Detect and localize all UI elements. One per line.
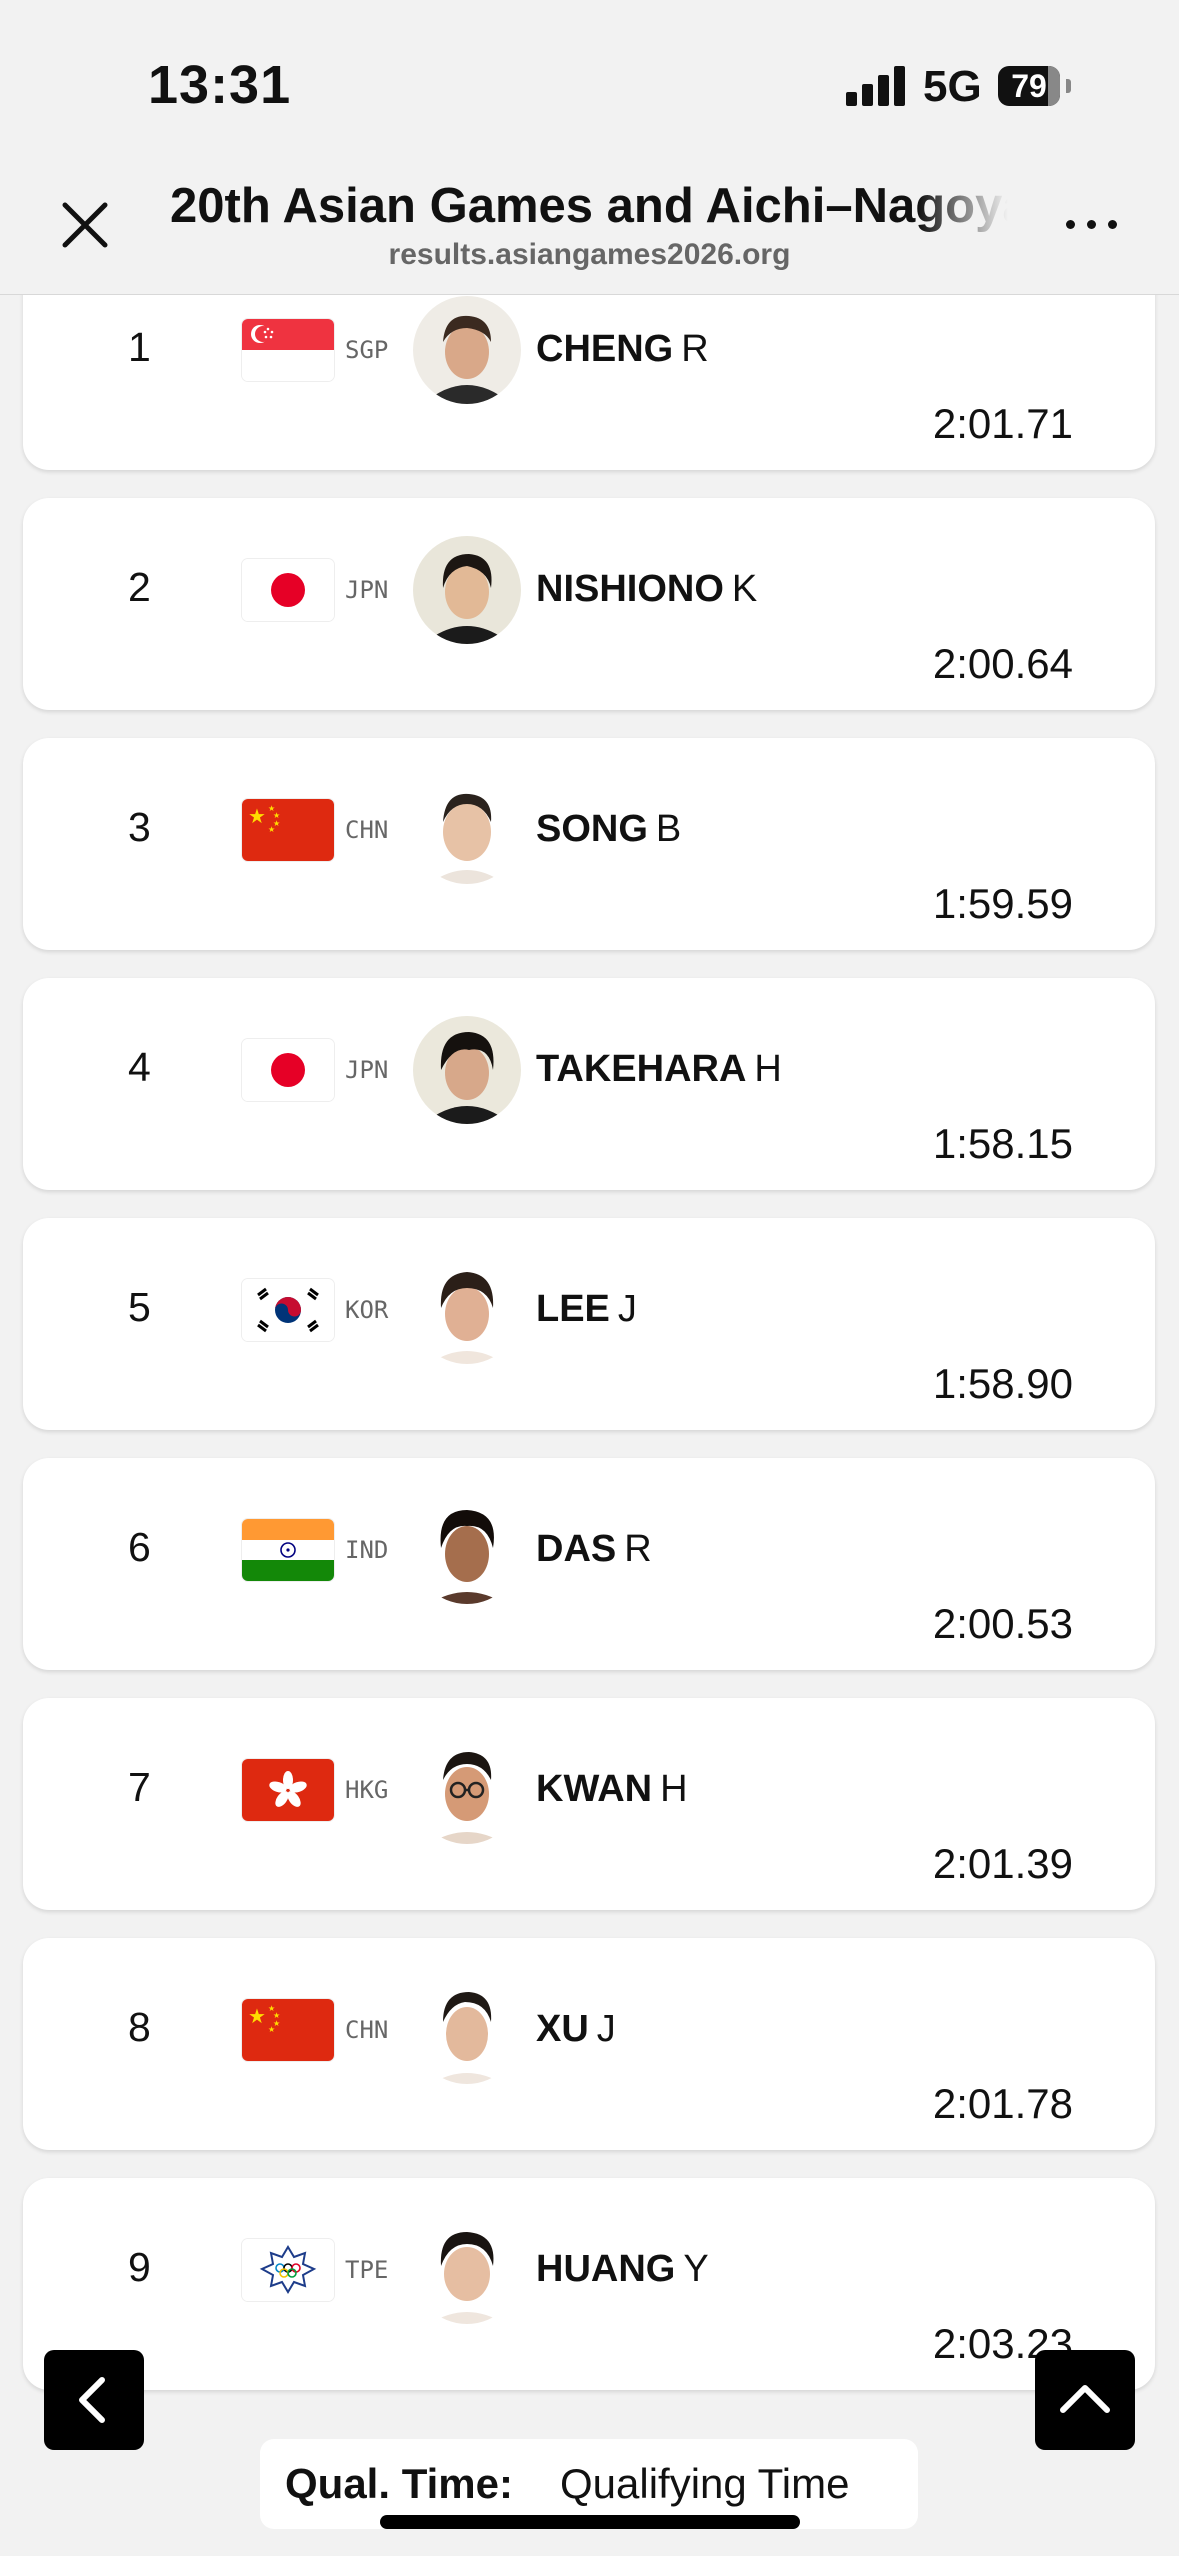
athlete-name: DAS R — [536, 1528, 652, 1570]
battery-empty-segment — [1048, 66, 1060, 106]
result-row[interactable]: 7 HKG KWAN H 2:01.39 — [23, 1698, 1155, 1910]
title-fade — [918, 178, 1008, 234]
tpe-flag-icon — [242, 2239, 334, 2301]
battery-level: 79 — [1011, 68, 1047, 104]
athlete-photo — [413, 1016, 521, 1124]
country-code: SGP — [345, 336, 389, 364]
result-time: 1:59.59 — [932, 880, 1073, 927]
jpn-flag-icon — [242, 559, 334, 621]
result-row[interactable]: 6 IND DAS R 2:00.53 — [23, 1458, 1155, 1670]
browser-header: 20th Asian Games and Aichi–Nagoya result… — [0, 170, 1179, 295]
ind-flag-icon — [242, 1519, 334, 1581]
status-time: 13:31 — [148, 55, 292, 115]
sgp-flag-icon — [242, 319, 334, 381]
athlete-photo — [413, 296, 521, 404]
athlete-photo — [413, 2216, 521, 2324]
country-code: IND — [345, 1536, 389, 1564]
athlete-name: CHENG R — [536, 328, 709, 370]
athlete-photo — [413, 1976, 521, 2084]
chn-flag-icon: ★ ★ ★ ★ ★ — [242, 1999, 334, 2061]
result-time: 2:01.39 — [932, 1840, 1073, 1887]
home-indicator[interactable] — [380, 2515, 800, 2529]
result-row[interactable]: 8 ★ ★ ★ ★ ★ CHN XU J 2:01.78 — [23, 1938, 1155, 2150]
rank: 5 — [128, 1284, 151, 1330]
rank: 3 — [128, 804, 151, 850]
svg-text:★: ★ — [248, 804, 266, 828]
athlete-name: HUANG Y — [536, 2248, 709, 2290]
athlete-name: KWAN H — [536, 1768, 688, 1810]
athlete-name: XU J — [536, 2008, 616, 2050]
more-button[interactable] — [1062, 214, 1122, 234]
country-code: KOR — [345, 1296, 389, 1324]
svg-text:★: ★ — [248, 2004, 266, 2028]
battery-icon: 79 — [998, 66, 1060, 106]
result-time: 1:58.15 — [932, 1120, 1073, 1167]
result-time: 2:01.71 — [932, 400, 1073, 447]
result-time: 2:01.78 — [932, 2080, 1073, 2127]
rank: 9 — [128, 2244, 151, 2290]
kor-flag-icon — [242, 1279, 334, 1341]
results-list[interactable]: 1 SGP CHENG R 2:01.71 2 JPN NISHIONO K 2:0… — [0, 0, 1179, 2556]
network-type: 5G — [923, 62, 982, 111]
athlete-photo — [413, 536, 521, 644]
athlete-photo — [413, 1496, 521, 1604]
athlete-name: SONG B — [536, 808, 682, 850]
result-row[interactable]: 9 TPE HUANG Y 2:03.23 — [23, 2178, 1155, 2390]
rank: 8 — [128, 2004, 151, 2050]
country-code: TPE — [345, 2256, 389, 2284]
athlete-photo — [413, 1256, 521, 1364]
country-code: CHN — [345, 816, 389, 844]
signal-icon — [846, 64, 906, 106]
rank: 4 — [128, 1044, 151, 1090]
athlete-photo — [413, 1736, 521, 1844]
country-code: JPN — [345, 1056, 389, 1084]
result-row[interactable]: 3 ★ ★ ★ ★ ★ CHN SONG B 1:59.59 — [23, 738, 1155, 950]
chevron-up-icon — [1060, 2385, 1110, 2413]
result-time: 1:58.90 — [932, 1360, 1073, 1407]
jpn-flag-icon — [242, 1039, 334, 1101]
result-row[interactable]: 4 JPN TAKEHARA H 1:58.15 — [23, 978, 1155, 1190]
back-button[interactable] — [44, 2350, 144, 2450]
result-time: 2:00.53 — [932, 1600, 1073, 1647]
chn-flag-icon: ★ ★ ★ ★ ★ — [242, 799, 334, 861]
svg-text:★: ★ — [268, 825, 275, 834]
rank: 1 — [128, 324, 151, 370]
page-url: results.asiangames2026.org — [388, 238, 791, 271]
rank: 7 — [128, 1764, 151, 1810]
battery-cap — [1066, 79, 1071, 93]
athlete-name: TAKEHARA H — [536, 1048, 782, 1090]
athlete-name: LEE J — [536, 1288, 637, 1330]
svg-text:★: ★ — [268, 2025, 275, 2034]
chevron-left-icon — [79, 2377, 105, 2423]
athlete-name: NISHIONO K — [536, 568, 758, 610]
result-time: 2:00.64 — [932, 640, 1073, 687]
rank: 2 — [128, 564, 151, 610]
athlete-photo — [413, 776, 521, 884]
country-code: HKG — [345, 1776, 389, 1804]
page-title-wrap: 20th Asian Games and Aichi–Nagoya — [170, 178, 1008, 234]
page-title: 20th Asian Games and Aichi–Nagoya — [170, 179, 1008, 233]
result-row[interactable]: 5 KOR LEE J 1:58.90 — [23, 1218, 1155, 1430]
country-code: CHN — [345, 2016, 389, 2044]
country-code: JPN — [345, 576, 389, 604]
rank: 6 — [128, 1524, 151, 1570]
result-row[interactable]: 2 JPN NISHIONO K 2:00.64 — [23, 498, 1155, 710]
status-bar: 13:31 5G 79 — [0, 0, 1179, 170]
hkg-flag-icon — [242, 1759, 334, 1821]
scroll-to-top-button[interactable] — [1035, 2350, 1135, 2450]
